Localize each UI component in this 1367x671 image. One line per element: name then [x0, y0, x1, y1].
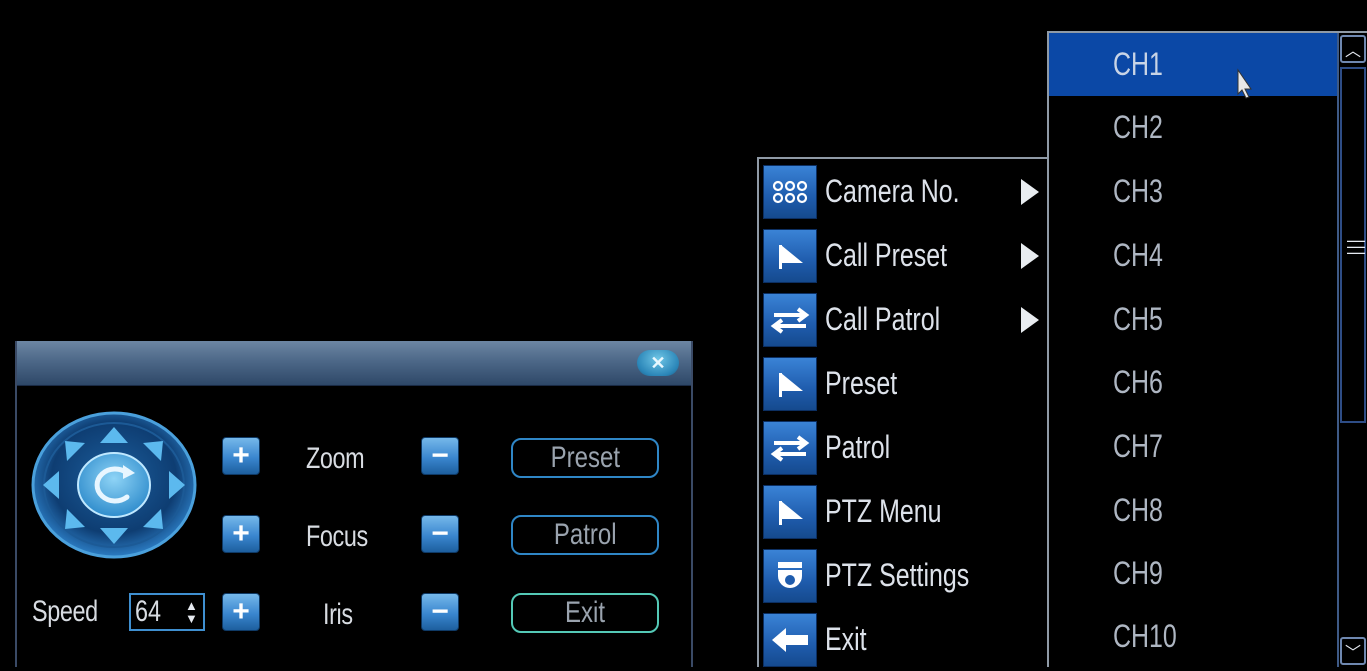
camera-grid-icon — [763, 165, 817, 219]
menu-item-label: PTZ Settings — [825, 557, 970, 593]
channel-submenu: CH1 CH2 CH3 CH4 CH5 CH6 CH7 CH8 CH9 CH10… — [1047, 31, 1367, 667]
auto-rotate-button — [77, 452, 151, 518]
ptz-panel-titlebar[interactable]: ✕ — [17, 341, 691, 386]
close-x-icon: ✕ — [650, 352, 666, 373]
spin-arrows-icon[interactable]: ▲ ▼ — [185, 599, 198, 625]
submenu-arrow-icon — [1021, 179, 1039, 205]
close-button[interactable]: ✕ — [637, 350, 679, 376]
zoom-in-button[interactable]: + — [222, 437, 260, 475]
channel-scrollbar[interactable]: ︿ — — — ﹀ — [1337, 33, 1367, 667]
channel-label: CH9 — [1113, 555, 1163, 591]
zoom-label: Zoom — [306, 442, 365, 475]
patrol-arrows-icon — [763, 293, 817, 347]
ptz-control-panel: ✕ + Zoom − Preset + Focus − Patrol Speed… — [15, 341, 693, 667]
channel-item-ch7[interactable]: CH7 — [1049, 415, 1337, 478]
menu-item-preset[interactable]: Preset — [759, 353, 1049, 415]
channel-item-ch8[interactable]: CH8 — [1049, 479, 1337, 542]
preset-button[interactable]: Preset — [511, 438, 659, 478]
menu-item-call-patrol[interactable]: Call Patrol — [759, 289, 1049, 351]
grip-icon: — — — — [1347, 230, 1365, 262]
back-arrow-icon — [763, 613, 817, 667]
channel-item-ch4[interactable]: CH4 — [1049, 224, 1337, 287]
scroll-thumb[interactable]: — — — — [1340, 67, 1366, 423]
menu-item-camera-no[interactable]: Camera No. — [759, 161, 1049, 223]
menu-item-label: Call Preset — [825, 237, 948, 273]
channel-label: CH6 — [1113, 364, 1163, 400]
channel-label: CH7 — [1113, 428, 1163, 464]
menu-item-ptz-menu[interactable]: PTZ Menu — [759, 481, 1049, 543]
menu-item-label: Call Patrol — [825, 301, 941, 337]
focus-label: Focus — [306, 520, 368, 553]
channel-item-ch6[interactable]: CH6 — [1049, 351, 1337, 414]
channel-item-ch5[interactable]: CH5 — [1049, 288, 1337, 351]
scroll-down-button[interactable]: ﹀ — [1340, 637, 1366, 665]
menu-item-call-preset[interactable]: Call Preset — [759, 225, 1049, 287]
menu-item-label: Exit — [825, 621, 867, 657]
submenu-arrow-icon — [1021, 243, 1039, 269]
menu-item-ptz-settings[interactable]: PTZ Settings — [759, 545, 1049, 607]
chevron-down-icon: ﹀ — [1344, 645, 1361, 662]
iris-open-button[interactable]: + — [222, 593, 260, 631]
ptz-context-menu: Camera No. Call Preset Call Patrol Prese… — [757, 157, 1049, 667]
speed-spinbox[interactable]: 64 ▲ ▼ — [129, 593, 205, 631]
patrol-arrows-icon — [763, 421, 817, 475]
channel-item-ch9[interactable]: CH9 — [1049, 542, 1337, 605]
speed-value: 64 — [135, 595, 162, 628]
menu-item-label: PTZ Menu — [825, 493, 942, 529]
channel-label: CH4 — [1113, 237, 1163, 273]
iris-label: Iris — [323, 598, 353, 631]
channel-label: CH1 — [1113, 46, 1163, 82]
dome-camera-icon — [763, 549, 817, 603]
channel-item-ch3[interactable]: CH3 — [1049, 160, 1337, 223]
patrol-button-label: Patrol — [553, 518, 617, 551]
menu-item-patrol[interactable]: Patrol — [759, 417, 1049, 479]
channel-label: CH3 — [1113, 173, 1163, 209]
focus-out-button[interactable]: − — [421, 515, 459, 553]
scroll-up-button[interactable]: ︿ — [1340, 35, 1366, 63]
preset-button-label: Preset — [550, 441, 620, 474]
speed-label: Speed — [32, 595, 98, 628]
flag-icon — [763, 485, 817, 539]
exit-button-label: Exit — [564, 596, 605, 629]
flag-icon — [763, 357, 817, 411]
channel-label: CH5 — [1113, 301, 1163, 337]
menu-item-exit[interactable]: Exit — [759, 609, 1049, 671]
mouse-pointer-icon — [1237, 68, 1252, 99]
menu-item-label: Camera No. — [825, 173, 960, 209]
channel-item-ch10[interactable]: CH10 — [1049, 605, 1337, 668]
menu-item-label: Patrol — [825, 429, 891, 465]
patrol-button[interactable]: Patrol — [511, 515, 659, 555]
iris-close-button[interactable]: − — [421, 593, 459, 631]
direction-pad[interactable] — [31, 411, 197, 559]
channel-item-ch2[interactable]: CH2 — [1049, 96, 1337, 159]
channel-label: CH2 — [1113, 109, 1163, 145]
exit-button[interactable]: Exit — [511, 593, 659, 633]
flag-icon — [763, 229, 817, 283]
submenu-arrow-icon — [1021, 307, 1039, 333]
chevron-up-icon: ︿ — [1344, 43, 1361, 60]
channel-label: CH8 — [1113, 492, 1163, 528]
channel-item-ch1[interactable]: CH1 — [1049, 33, 1337, 96]
menu-item-label: Preset — [825, 365, 898, 401]
focus-in-button[interactable]: + — [222, 515, 260, 553]
channel-label: CH10 — [1113, 618, 1177, 654]
zoom-out-button[interactable]: − — [421, 437, 459, 475]
